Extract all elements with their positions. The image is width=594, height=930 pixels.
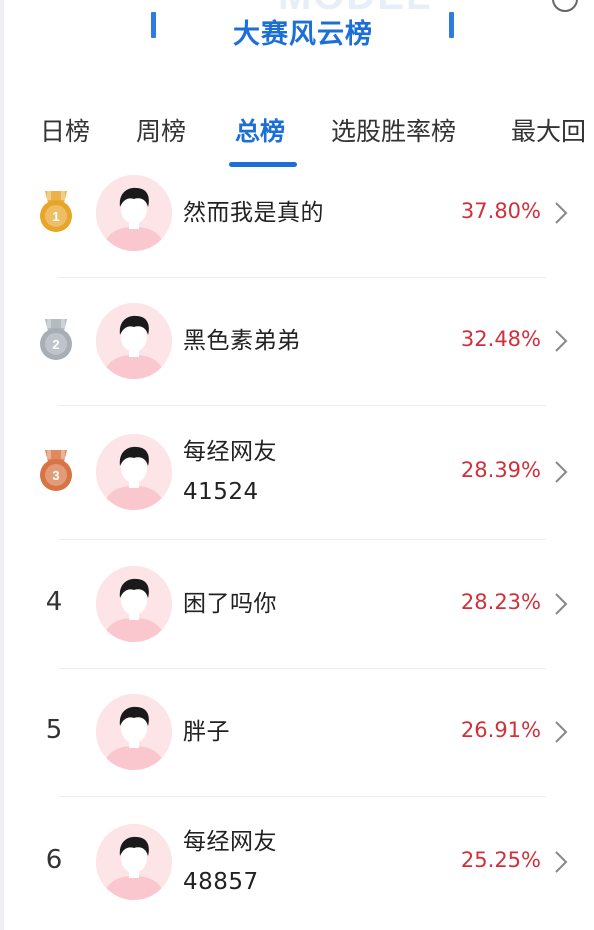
row-divider [58, 796, 546, 797]
gold-medal-icon: 1 [38, 189, 74, 237]
rank-number: 5 [45, 715, 63, 745]
chevron-right-icon[interactable] [553, 591, 569, 621]
return-rate: 28.39% [460, 458, 541, 482]
user-name: 困了吗你 [183, 591, 277, 617]
row-divider [58, 277, 546, 278]
user-name: 黑色素弟弟 [183, 328, 301, 354]
user-name: 胖子 [183, 719, 230, 745]
tab-stock-win-rate[interactable]: 选股胜率榜 [331, 112, 456, 148]
chevron-right-icon[interactable] [553, 459, 569, 489]
chevron-right-icon[interactable] [553, 849, 569, 879]
avatar[interactable] [96, 175, 172, 251]
avatar[interactable] [96, 303, 172, 379]
svg-text:1: 1 [52, 209, 59, 224]
user-name: 每经网友 [183, 829, 277, 855]
chevron-right-icon[interactable] [553, 719, 569, 749]
user-name-suffix: 48857 [183, 869, 259, 895]
info-icon[interactable] [552, 0, 578, 12]
ranking-tabs: 日榜 周榜 总榜 选股胜率榜 最大回 [0, 100, 594, 172]
user-name: 然而我是真的 [183, 200, 324, 226]
svg-text:2: 2 [52, 337, 59, 352]
return-rate: 26.91% [460, 718, 541, 742]
active-tab-indicator [229, 162, 297, 167]
avatar[interactable] [96, 694, 172, 770]
bronze-medal-icon: 3 [38, 448, 74, 496]
chevron-right-icon[interactable] [553, 328, 569, 358]
title-decoration-right [449, 12, 454, 38]
user-name-suffix: 41524 [183, 479, 259, 505]
rank-number: 4 [45, 587, 63, 617]
rank-number: 6 [45, 845, 63, 875]
return-rate: 28.23% [460, 590, 541, 614]
svg-text:3: 3 [52, 468, 59, 483]
chevron-right-icon[interactable] [553, 200, 569, 230]
return-rate: 32.48% [460, 327, 541, 351]
return-rate: 37.80% [460, 199, 541, 223]
avatar[interactable] [96, 824, 172, 900]
tab-weekly[interactable]: 周榜 [136, 112, 186, 148]
tab-max-drawdown[interactable]: 最大回 [511, 112, 586, 148]
page-title: 大赛风云榜 [233, 19, 373, 50]
user-name: 每经网友 [183, 439, 277, 465]
row-divider [58, 539, 546, 540]
tab-daily[interactable]: 日榜 [40, 112, 90, 148]
avatar[interactable] [96, 434, 172, 510]
header: MODEL 大赛风云榜 [0, 0, 594, 80]
row-divider [58, 668, 546, 669]
row-divider [58, 405, 546, 406]
return-rate: 25.25% [460, 848, 541, 872]
silver-medal-icon: 2 [38, 317, 74, 365]
avatar[interactable] [96, 566, 172, 642]
tab-overall[interactable]: 总榜 [235, 112, 285, 148]
